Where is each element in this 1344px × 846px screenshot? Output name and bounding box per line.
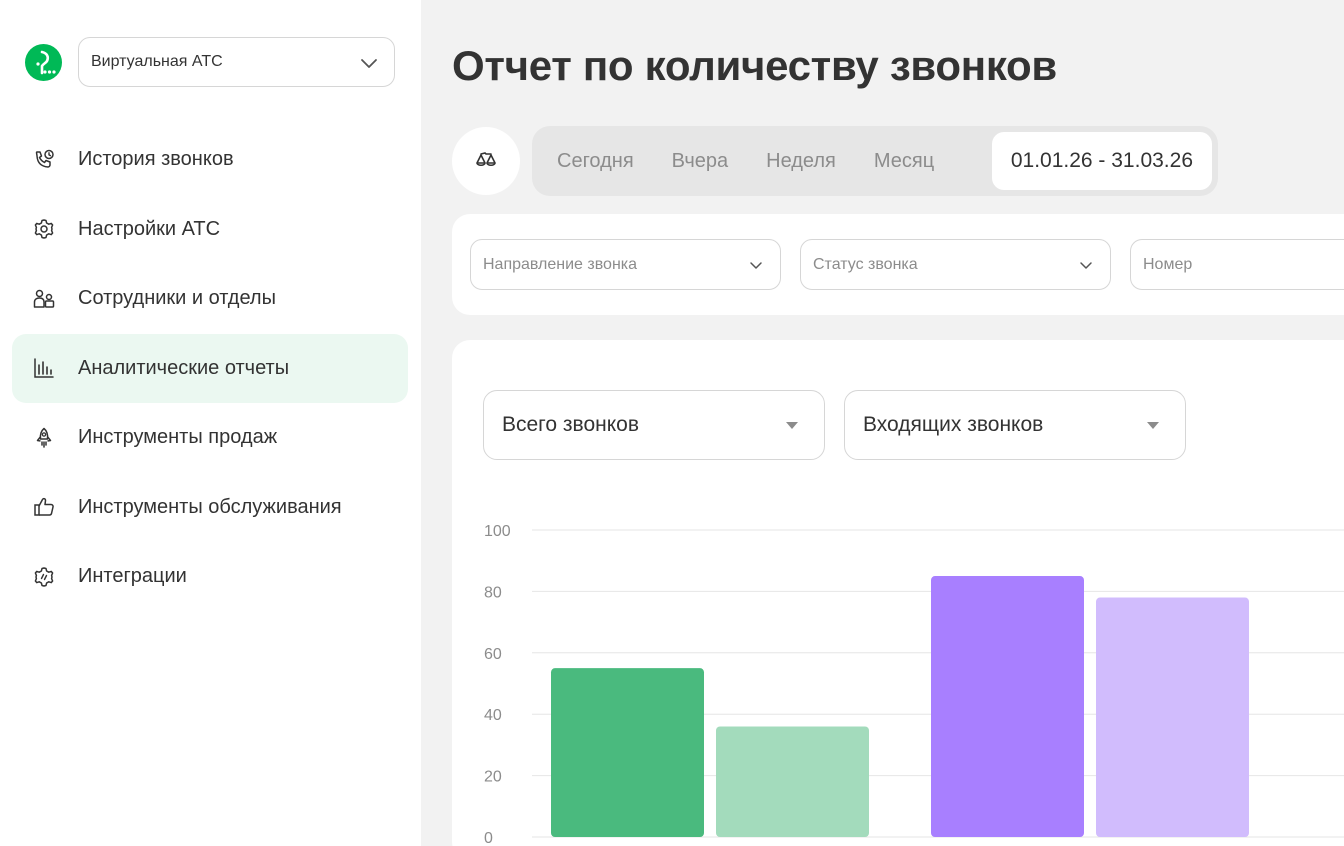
tab-date-range[interactable]: 01.01.26 - 31.03.26: [991, 132, 1212, 190]
bar[interactable]: [551, 668, 704, 837]
sidebar-item-label: Настройки АТС: [78, 217, 221, 240]
sidebar-item-service-tools[interactable]: Инструменты обслуживания: [12, 473, 408, 543]
call-status-placeholder: Статус звонка: [813, 255, 918, 273]
sidebar-item-label: Сотрудники и отделы: [78, 287, 276, 310]
call-direction-placeholder: Направление звонка: [483, 255, 638, 273]
chart-panel: Всего звонков Входящих звонков 0 20 40 60 80…: [452, 340, 1344, 846]
page-title: Отчет по количеству звонков: [452, 42, 1057, 89]
megafon-logo-icon[interactable]: [25, 44, 62, 81]
tab-today[interactable]: Сегодня: [538, 132, 653, 190]
sidebar-item-employees[interactable]: Сотрудники и отделы: [12, 264, 408, 334]
call-direction-select[interactable]: Направление звонка: [470, 239, 781, 290]
sidebar-item-label: Инструменты обслуживания: [78, 495, 342, 518]
sidebar-item-pbx-settings[interactable]: Настройки АТС: [12, 195, 408, 265]
sidebar-item-label: Инструменты продаж: [78, 426, 278, 449]
number-input[interactable]: Номер: [1130, 239, 1344, 290]
sidebar-item-label: Интеграции: [78, 565, 187, 588]
call-status-select[interactable]: Статус звонка: [800, 239, 1111, 290]
filters-panel: Направление звонка Статус звонка Номер: [452, 214, 1344, 315]
scales-icon: [476, 152, 496, 167]
product-select-value: Виртуальная АТС: [91, 53, 223, 70]
gear-icon: [34, 219, 54, 239]
number-placeholder: Номер: [1143, 255, 1193, 273]
tab-week[interactable]: Неделя: [747, 132, 855, 190]
chevron-down-icon: [361, 59, 377, 68]
y-tick-label: 20: [484, 769, 502, 786]
bar-chart: 0 20 40 60 80 100: [484, 523, 1344, 846]
chevron-down-icon: [750, 262, 762, 269]
sidebar-item-integrations[interactable]: Интеграции: [12, 542, 408, 612]
y-tick-label: 40: [484, 707, 502, 724]
rocket-icon: [36, 427, 52, 448]
people-icon: [33, 289, 55, 308]
bar[interactable]: [716, 726, 869, 837]
sidebar-item-sales-tools[interactable]: Инструменты продаж: [12, 403, 408, 473]
y-tick-label: 60: [484, 646, 502, 663]
filter-button[interactable]: [452, 127, 520, 195]
sidebar: Виртуальная АТС История звонков Настройк…: [0, 0, 421, 846]
tab-yesterday[interactable]: Вчера: [653, 132, 747, 190]
chevron-down-icon: [1080, 262, 1092, 269]
bar[interactable]: [931, 576, 1084, 837]
y-tick-label: 0: [484, 830, 493, 846]
period-tabs: Сегодня Вчера Неделя Месяц 01.01.26 - 31…: [532, 126, 1218, 196]
sidebar-item-label: История звонков: [78, 148, 234, 171]
sidebar-nav: История звонков Настройки АТС Сотрудники…: [12, 125, 408, 612]
sidebar-item-analytics[interactable]: Аналитические отчеты: [12, 333, 408, 403]
sidebar-item-call-history[interactable]: История звонков: [12, 125, 408, 195]
integration-gear-icon: [34, 567, 54, 587]
bar[interactable]: [1096, 597, 1249, 837]
y-tick-label: 80: [484, 584, 502, 601]
sidebar-item-label: Аналитические отчеты: [78, 356, 290, 379]
bar-chart-icon: [34, 358, 54, 378]
y-tick-label: 100: [484, 523, 511, 540]
phone-clock-icon: [35, 149, 54, 168]
thumbs-up-icon: [34, 498, 54, 516]
tab-month[interactable]: Месяц: [855, 132, 953, 190]
product-select[interactable]: Виртуальная АТС: [78, 37, 395, 87]
